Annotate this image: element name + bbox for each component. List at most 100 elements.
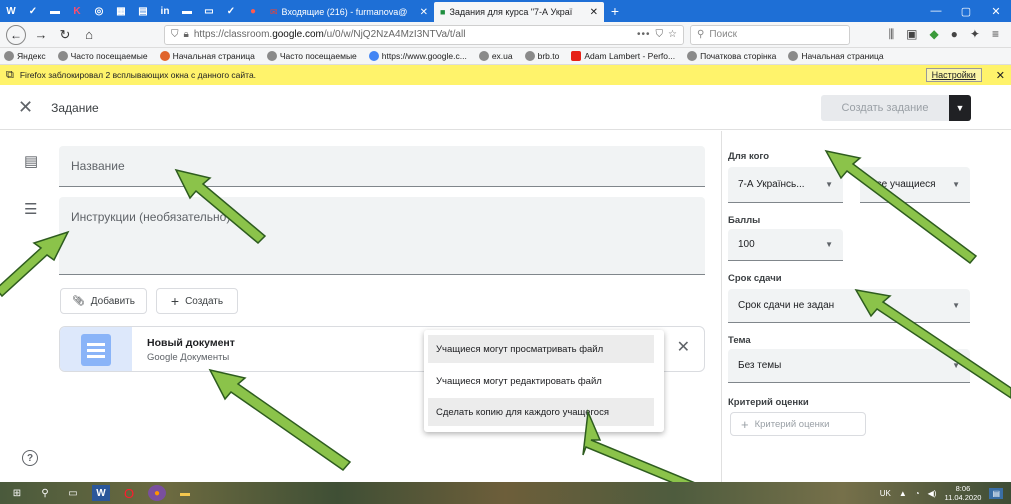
instructions-field[interactable]: Инструкции (необязательно) [59,197,705,275]
bookmark-item[interactable]: Начальная страница [159,51,255,61]
bookmark-item[interactable]: ex.ua [478,51,513,61]
tab-inbox[interactable]: ✉ Входящие (216) - furmanova@ ✕ [264,2,434,22]
url-prefix: https://classroom. [193,29,273,40]
bookmark-item[interactable]: Яндекс [4,51,46,61]
title-field[interactable]: Название [59,146,705,187]
pinned-tab-icon[interactable]: ◎ [88,0,110,22]
pinned-tab-icon[interactable]: in [154,0,176,22]
add-rubric-button[interactable]: + Критерий оценки [730,412,866,436]
bookmarks-bar: Яндекс Часто посещаемые Начальная страни… [0,48,1011,65]
app-header: ✕ Задание Создать задание ▼ [0,86,1011,130]
chevron-down-icon[interactable]: ▼ [949,94,971,121]
bookmark-label: Початкова сторінка [700,51,777,61]
network-icon[interactable]: ◔ [915,489,920,498]
tab-label: Задания для курса "7-А Украї [449,7,573,17]
bookmark-item[interactable]: Часто посещаемые [266,51,357,61]
clock[interactable]: 8:06 11.04.2020 [944,484,981,502]
chevron-down-icon: ▼ [952,180,960,189]
back-icon[interactable]: ← [6,24,26,45]
language-indicator[interactable]: UK [880,489,891,498]
remove-attachment-icon[interactable]: ✕ [677,337,690,357]
menu-icon[interactable]: ≡ [992,27,999,42]
bookmark-label: ex.ua [491,51,513,61]
pinned-tab-icon[interactable]: ▦ [110,0,132,22]
file-explorer-icon[interactable]: ▬ [176,485,194,501]
close-window-icon[interactable]: ✕ [981,5,1011,18]
close-tab-icon[interactable]: ✕ [420,7,428,18]
minimize-icon[interactable]: — [921,5,951,18]
pinned-tab-icon[interactable]: ▤ [132,0,154,22]
points-value: 100 [738,239,755,250]
document-name: Новый документ [147,337,235,349]
pinned-tab-icon[interactable]: ✓ [22,0,44,22]
points-select[interactable]: 100 ▼ [728,229,843,261]
menu-item-edit[interactable]: Учащиеся могут редактировать файл [428,367,654,395]
url-path: /u/0/w/NjQ2NzA4MzI3NTVa/t/all [323,29,466,40]
due-date-select[interactable]: Срок сдачи не задан ▼ [728,289,970,323]
help-icon[interactable]: ? [22,450,38,466]
search-input[interactable]: ⚲ Поиск [690,24,850,45]
chevron-up-icon[interactable]: ▲ [899,489,907,498]
chevron-down-icon: ▼ [952,361,960,370]
search-icon[interactable]: ⚲ [36,485,54,501]
clock-date: 11.04.2020 [944,493,982,502]
menu-item-copy[interactable]: Сделать копию для каждого учащегося [428,398,654,426]
library-icon[interactable]: ⫼ [889,27,895,42]
pinned-tab-icon[interactable]: ▬ [176,0,198,22]
bookmark-item[interactable]: Часто посещаемые [57,51,148,61]
account-icon[interactable]: ● [951,27,958,42]
pinned-tab-icon[interactable]: ✓ [220,0,242,22]
add-button[interactable]: 📎︎ Добавить [60,288,147,314]
task-view-icon[interactable]: ▭ [64,485,82,501]
maximize-icon[interactable]: ▢ [951,5,981,18]
extension-icon[interactable]: ◆ [929,27,938,42]
search-icon: ⚲ [697,29,705,40]
gear-icon [57,51,68,61]
create-button[interactable]: + Создать [156,288,238,314]
bookmark-item[interactable]: Начальная страница [788,51,884,61]
close-notification-icon[interactable]: ✕ [996,69,1005,82]
bookmark-item[interactable]: Початкова сторінка [687,51,776,61]
home-icon[interactable]: ⌂ [80,27,98,42]
popup-blocked-bar: ⧉ Firefox заблокировал 2 всплывающих окн… [0,65,1011,85]
page-actions-icon[interactable]: ••• [637,29,651,40]
instructions-placeholder: Инструкции (необязательно) [71,210,231,224]
bookmark-item[interactable]: Adam Lambert - Perfo... [571,51,675,61]
bookmark-label: https://www.google.c... [381,51,467,61]
new-tab-icon[interactable]: + [604,0,626,22]
students-select[interactable]: Все учащиеся ▼ [860,167,970,203]
bookmark-label: Adam Lambert - Perfo... [584,51,676,61]
pinned-tab-icon[interactable]: ▭ [198,0,220,22]
opera-icon[interactable]: O [120,485,138,501]
class-select[interactable]: 7-А Українсь... ▼ [728,167,843,203]
paperclip-icon: 📎︎ [72,295,85,307]
notifications-icon[interactable]: ▤ [989,487,1003,499]
popup-blocked-icon: ⧉ [6,68,14,81]
extension-icon[interactable]: ✦ [970,27,980,42]
volume-icon[interactable]: ◀) [928,489,937,498]
create-assignment-button[interactable]: Создать задание [821,94,949,121]
pocket-icon[interactable]: ⛉ [656,29,664,40]
sidebar-icon[interactable]: ▣ [906,27,917,42]
windows-start-icon[interactable]: ⊞ [8,485,26,501]
pinned-tab-icon[interactable]: ● [242,0,264,22]
forward-icon[interactable]: → [32,27,50,42]
tab-classroom[interactable]: ■ Задания для курса "7-А Украї ✕ [434,2,604,22]
close-icon[interactable]: ✕ [18,97,33,118]
pinned-tab-icon[interactable]: ▬ [44,0,66,22]
bookmark-item[interactable]: brb.to [524,51,559,61]
notification-settings-button[interactable]: Настройки [925,68,982,82]
reload-icon[interactable]: ↻ [56,27,74,43]
topic-select[interactable]: Без темы ▼ [728,349,970,383]
bookmark-label: Часто посещаемые [70,51,148,61]
pinned-tab-icon[interactable]: W [0,0,22,22]
google-icon [368,51,379,61]
pinned-tab-icon[interactable]: K [66,0,88,22]
menu-item-view[interactable]: Учащиеся могут просматривать файл [428,335,654,363]
word-icon[interactable]: W [92,485,110,501]
bookmark-item[interactable]: https://www.google.c... [368,51,467,61]
firefox-icon[interactable]: ● [148,485,166,501]
bookmark-star-icon[interactable]: ☆ [668,29,677,40]
address-bar[interactable]: ⛉ 🔒︎ https://classroom.google.com/u/0/w/… [164,24,684,45]
close-tab-icon[interactable]: ✕ [590,7,598,18]
